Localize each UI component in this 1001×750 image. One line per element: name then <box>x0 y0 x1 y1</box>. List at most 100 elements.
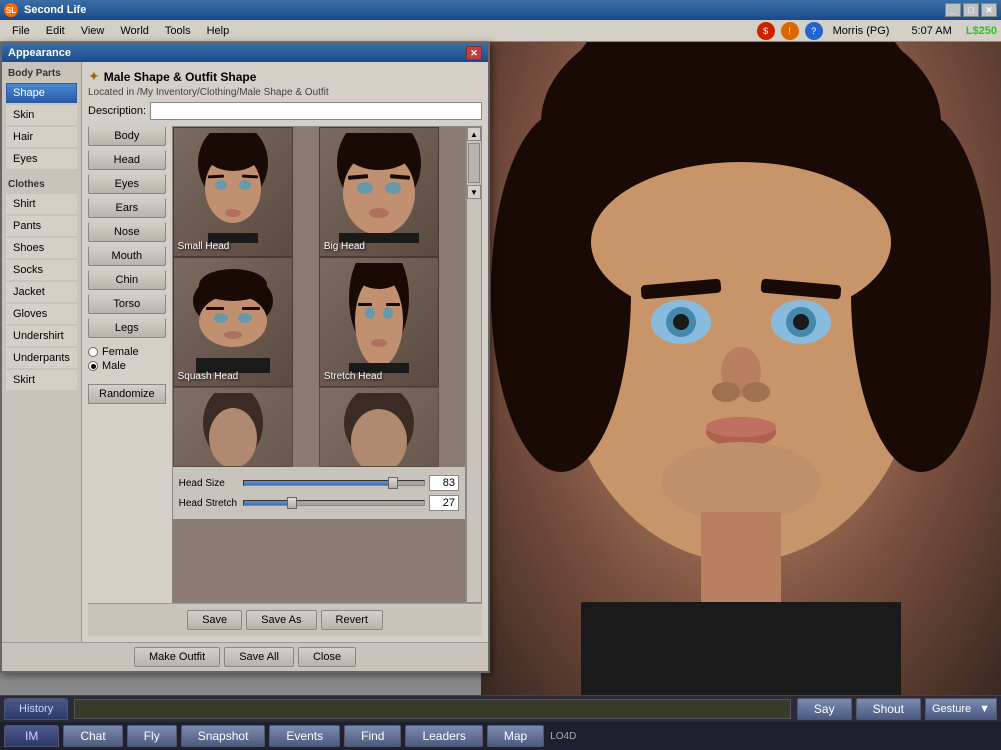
preview-small-head-label: Small Head <box>178 241 230 252</box>
sidebar-item-pants[interactable]: Pants <box>6 216 77 236</box>
preview-extra-1[interactable] <box>173 387 293 467</box>
gesture-dropdown[interactable]: Gesture ▼ <box>925 698 997 720</box>
menu-view[interactable]: View <box>73 23 113 39</box>
fly-button[interactable]: Fly <box>127 725 177 747</box>
menu-tools[interactable]: Tools <box>157 23 199 39</box>
head-size-track[interactable] <box>243 480 425 486</box>
maximize-button[interactable]: □ <box>963 3 979 17</box>
sidebar-item-shape[interactable]: Shape <box>6 83 77 103</box>
title-bar: SL Second Life _ □ ✕ <box>0 0 1001 20</box>
make-outfit-button[interactable]: Make Outfit <box>134 647 220 667</box>
big-head-svg <box>334 133 424 243</box>
gender-female-radio[interactable] <box>88 347 98 357</box>
close-button[interactable]: ✕ <box>981 3 997 17</box>
scroll-up-arrow[interactable]: ▲ <box>467 127 481 141</box>
sidebar-item-undershirt[interactable]: Undershirt <box>6 326 77 346</box>
shape-icon: ✦ <box>88 68 100 85</box>
preview-big-head[interactable]: Big Head <box>319 127 439 257</box>
sidebar-item-skin[interactable]: Skin <box>6 105 77 125</box>
preview-scroll-container: Small Head <box>172 126 482 603</box>
head-size-slider-row: Head Size 83 <box>179 475 459 491</box>
snapshot-button[interactable]: Snapshot <box>181 725 266 747</box>
body-parts-label: Body Parts <box>6 68 77 79</box>
sidebar-item-hair[interactable]: Hair <box>6 127 77 147</box>
scroll-thumb[interactable] <box>468 143 480 183</box>
shape-title-row: ✦ Male Shape & Outfit Shape <box>88 68 482 85</box>
shape-title: Male Shape & Outfit Shape <box>104 70 257 84</box>
username-label: Morris (PG) <box>833 25 890 37</box>
morph-btn-ears[interactable]: Ears <box>88 198 166 218</box>
sliders-area: Head Size 83 Head Stretch <box>173 467 465 519</box>
sidebar-item-shirt[interactable]: Shirt <box>6 194 77 214</box>
menu-world[interactable]: World <box>112 23 157 39</box>
shout-button[interactable]: Shout <box>856 698 921 720</box>
preview-squash-head[interactable]: Squash Head <box>173 257 293 387</box>
head-size-value: 83 <box>429 475 459 491</box>
save-as-button[interactable]: Save As <box>246 610 316 630</box>
morph-btn-head[interactable]: Head <box>88 150 166 170</box>
sidebar-item-underpants[interactable]: Underpants <box>6 348 77 368</box>
say-button[interactable]: Say <box>797 698 852 720</box>
morph-btn-nose[interactable]: Nose <box>88 222 166 242</box>
appearance-content: ✦ Male Shape & Outfit Shape Located in /… <box>82 62 488 642</box>
sidebar-item-gloves[interactable]: Gloves <box>6 304 77 324</box>
minimize-button[interactable]: _ <box>945 3 961 17</box>
sidebar-item-skirt[interactable]: Skirt <box>6 370 77 390</box>
menu-help[interactable]: Help <box>199 23 238 39</box>
morph-btn-torso[interactable]: Torso <box>88 294 166 314</box>
sidebar-item-shoes[interactable]: Shoes <box>6 238 77 258</box>
preview-big-head-label: Big Head <box>324 241 365 252</box>
sidebar-item-eyes[interactable]: Eyes <box>6 149 77 169</box>
preview-stretch-head[interactable]: Stretch Head <box>319 257 439 387</box>
menu-edit[interactable]: Edit <box>38 23 73 39</box>
description-input[interactable] <box>150 102 482 120</box>
menu-bar: File Edit View World Tools Help $ ! ? Mo… <box>0 20 1001 42</box>
head-stretch-track[interactable] <box>243 500 425 506</box>
find-button[interactable]: Find <box>344 725 401 747</box>
randomize-button[interactable]: Randomize <box>88 384 166 404</box>
lo4d-credit: LO4D <box>550 731 576 742</box>
morph-btn-chin[interactable]: Chin <box>88 270 166 290</box>
close-button[interactable]: Close <box>298 647 356 667</box>
title-bar-left: SL Second Life <box>4 3 86 17</box>
morph-section: Body Head Eyes Ears Nose Mouth Chin Tors… <box>88 126 482 603</box>
morph-btn-mouth[interactable]: Mouth <box>88 246 166 266</box>
avatar-render <box>481 42 1001 695</box>
appearance-body: Body Parts Shape Skin Hair Eyes Clothes … <box>2 62 488 642</box>
preview-scrollbar[interactable]: ▲ ▼ <box>466 126 482 603</box>
gender-male-radio[interactable] <box>88 361 98 371</box>
im-tab[interactable]: IM <box>4 725 59 747</box>
body-parts-sidebar: Body Parts Shape Skin Hair Eyes Clothes … <box>2 62 82 642</box>
preview-grid: Small Head <box>172 126 466 603</box>
chat-tab[interactable]: Chat <box>63 725 122 747</box>
gender-female-label: Female <box>102 346 139 358</box>
preview-extra-2[interactable] <box>319 387 439 467</box>
preview-squash-head-label: Squash Head <box>178 371 239 382</box>
leaders-button[interactable]: Leaders <box>405 725 482 747</box>
revert-button[interactable]: Revert <box>321 610 383 630</box>
map-button[interactable]: Map <box>487 725 544 747</box>
appearance-panel-title: Appearance <box>8 47 71 59</box>
history-tab[interactable]: History <box>4 698 68 720</box>
head-size-label: Head Size <box>179 478 239 489</box>
history-input[interactable] <box>74 699 791 719</box>
events-button[interactable]: Events <box>269 725 340 747</box>
outfit-buttons: Make Outfit Save All Close <box>2 642 488 671</box>
morph-btn-legs[interactable]: Legs <box>88 318 166 338</box>
appearance-panel-titlebar: Appearance ✕ <box>2 44 488 62</box>
save-all-button[interactable]: Save All <box>224 647 294 667</box>
description-label: Description: <box>88 105 146 117</box>
appearance-close-button[interactable]: ✕ <box>466 46 482 60</box>
preview-small-head[interactable]: Small Head <box>173 127 293 257</box>
save-button[interactable]: Save <box>187 610 242 630</box>
app-icon: SL <box>4 3 18 17</box>
morph-btn-eyes[interactable]: Eyes <box>88 174 166 194</box>
menu-file[interactable]: File <box>4 23 38 39</box>
head-size-thumb[interactable] <box>388 477 398 489</box>
morph-btn-body[interactable]: Body <box>88 126 166 146</box>
sidebar-item-jacket[interactable]: Jacket <box>6 282 77 302</box>
title-bar-controls: _ □ ✕ <box>945 3 997 17</box>
sidebar-item-socks[interactable]: Socks <box>6 260 77 280</box>
scroll-down-arrow[interactable]: ▼ <box>467 185 481 199</box>
head-stretch-thumb[interactable] <box>287 497 297 509</box>
